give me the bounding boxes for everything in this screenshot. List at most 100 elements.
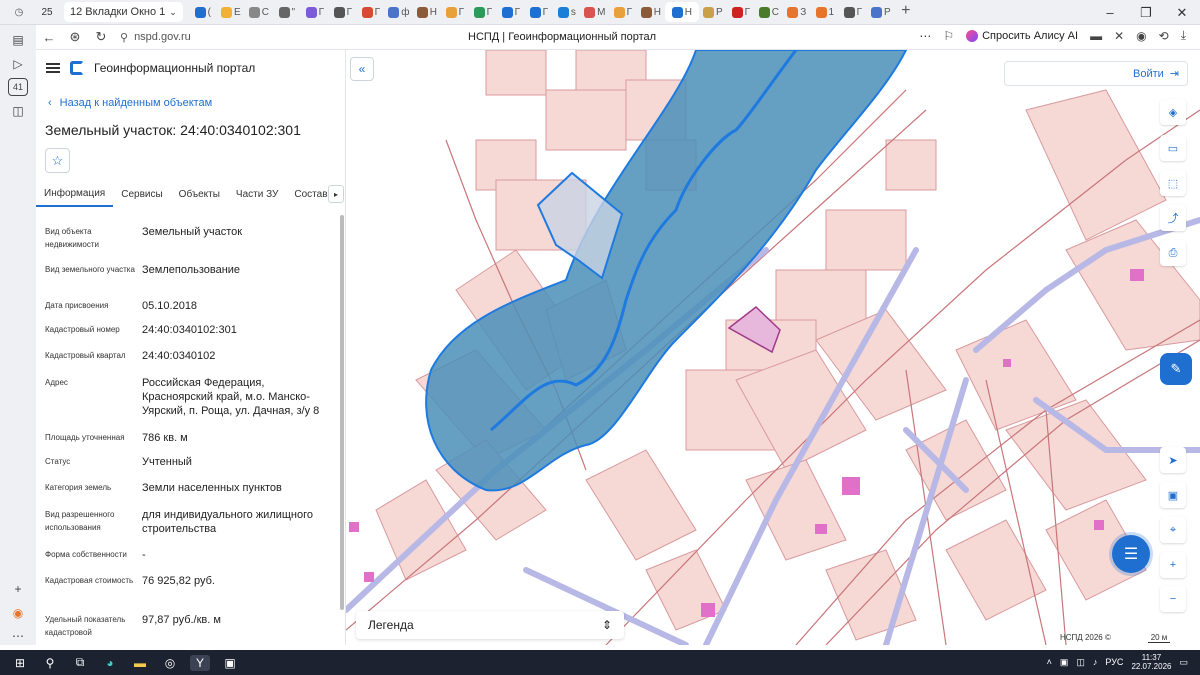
browser-tab[interactable]: С [755, 2, 783, 22]
back-to-results-link[interactable]: ‹ Назад к найденным объектам [48, 97, 212, 109]
browser-tab[interactable]: Г [609, 2, 637, 22]
browser-tab[interactable]: " [273, 2, 301, 22]
collapse-panel-button[interactable]: « [350, 57, 374, 81]
site-info-icon[interactable]: ⚲ [120, 31, 128, 44]
download-icon[interactable]: ⤓ [1181, 28, 1186, 43]
camera-icon[interactable]: ◫ [8, 102, 28, 120]
browser-tab[interactable]: Н [664, 2, 699, 22]
mail-icon[interactable]: ◉ [8, 604, 28, 622]
panel-scrollbar[interactable] [340, 215, 344, 610]
more-menu-icon[interactable]: ⋯ [919, 29, 931, 43]
browser-tab[interactable]: Г [497, 2, 525, 22]
add-icon[interactable]: + [8, 580, 28, 598]
search-icon[interactable]: ⚲ [40, 655, 60, 671]
clock[interactable]: 11:37 22.07.2026 [1131, 653, 1171, 671]
more-icon[interactable]: ⋯ [8, 627, 28, 645]
chat-button[interactable]: ☰ [1112, 535, 1150, 573]
browser-tab[interactable]: Р [867, 2, 895, 22]
print-button[interactable]: ⎙ [1160, 240, 1186, 266]
pin-button[interactable]: ⌖ [1160, 517, 1186, 543]
record-icon[interactable]: ◉ [1136, 29, 1146, 43]
property-value: Земельный участок [142, 226, 243, 238]
maximize-icon[interactable]: ❐ [1128, 5, 1164, 21]
tabs-scroll-right-icon[interactable]: ▸ [328, 185, 344, 203]
favorite-button[interactable]: ☆ [45, 148, 70, 173]
back-arrow-icon[interactable]: ← [36, 30, 62, 45]
close-icon[interactable]: ✕ [1164, 5, 1200, 21]
file-explorer-icon[interactable]: ▬ [130, 655, 150, 671]
url-field[interactable]: ⚲ nspd.gov.ru [120, 31, 191, 44]
volume-icon[interactable]: ♪ [1093, 657, 1098, 667]
select-area-button[interactable]: ⬚ [1160, 170, 1186, 196]
history-icon[interactable]: ◷ [10, 2, 28, 22]
sync-icon[interactable]: ⟲ [1159, 29, 1169, 43]
legend-dropdown[interactable]: Легенда ⇕ [356, 611, 624, 639]
chrome-icon[interactable]: ◎ [160, 655, 180, 671]
tab-info[interactable]: Информация [36, 181, 114, 207]
browser-tab[interactable]: Г [727, 2, 755, 22]
browser-tab[interactable]: ( [189, 2, 217, 22]
layers-button[interactable]: ◈ [1160, 99, 1186, 125]
browser-tab[interactable]: Г [441, 2, 469, 22]
panel-toggle-button[interactable]: ▣ [1160, 482, 1186, 508]
task-view-icon[interactable]: ⧉ [70, 655, 90, 671]
browser-tab[interactable]: Г [469, 2, 497, 22]
browser-tab[interactable]: Р [699, 2, 727, 22]
double-chevron-left-icon: « [358, 62, 366, 76]
minimize-icon[interactable]: – [1092, 5, 1128, 20]
app-icon[interactable]: ▣ [220, 655, 240, 671]
tab-count-badge[interactable]: 25 [38, 4, 56, 20]
browser-tab[interactable]: ф [385, 2, 413, 22]
notifications-icon[interactable]: ▭ [1179, 657, 1188, 668]
browser-tab[interactable]: s [553, 2, 581, 22]
language-indicator[interactable]: РУС [1105, 657, 1123, 667]
ruler-button[interactable]: ▭ [1160, 135, 1186, 161]
tab-services[interactable]: Сервисы [113, 181, 170, 207]
new-tab-icon[interactable]: + [895, 2, 917, 22]
locate-icon: ➤ [1168, 454, 1178, 467]
browser-tab[interactable]: Г [329, 2, 357, 22]
reload-icon[interactable]: ↻ [88, 29, 114, 45]
browser-tab[interactable]: Н [637, 2, 665, 22]
tab-label: ф [401, 6, 410, 18]
calendar-icon[interactable]: 41 [8, 78, 28, 97]
tray-app-icon[interactable]: ▣ [1060, 657, 1069, 668]
edge-icon[interactable]: ◕ [100, 655, 120, 671]
play-icon[interactable]: ▷ [8, 55, 28, 73]
browser-tab[interactable]: Н [413, 2, 441, 22]
tabs-icon[interactable]: ▤ [8, 31, 28, 49]
browser-tab[interactable]: М [581, 2, 609, 22]
tab-objects[interactable]: Объекты [171, 181, 228, 207]
browser-tab[interactable]: 1 [811, 2, 839, 22]
login-button[interactable]: Войти ⇥ [1004, 61, 1188, 86]
map-canvas[interactable] [346, 50, 1200, 645]
browser-tab[interactable]: С [245, 2, 273, 22]
map-layers [346, 50, 1200, 645]
browser-tab[interactable]: Г [301, 2, 329, 22]
share-button[interactable]: ⤴ [1160, 205, 1186, 231]
puzzle-icon[interactable]: ✕ [1114, 29, 1124, 43]
browser-tab[interactable]: З [783, 2, 811, 22]
browser-tab[interactable]: Е [217, 2, 245, 22]
windows-start-icon[interactable]: ⊞ [10, 655, 30, 671]
menu-icon[interactable] [46, 63, 60, 73]
locate-button[interactable]: ➤ [1160, 447, 1186, 473]
extension-icon[interactable]: ▬ [1090, 29, 1102, 43]
alice-button[interactable]: Спросить Алису AI [966, 29, 1078, 42]
property-value: 24:40:0340102:301 [142, 324, 237, 336]
yandex-browser-icon[interactable]: Y [190, 654, 210, 671]
tab-group[interactable]: 12 Вкладки Окно 1 ⌄ [64, 2, 183, 22]
browser-tab[interactable]: Г [839, 2, 867, 22]
zoom-out-button[interactable]: − [1160, 586, 1186, 612]
yandex-icon[interactable]: ⊛ [62, 29, 88, 45]
bookmark-icon[interactable]: ⚐ [943, 29, 954, 43]
feedback-button[interactable]: ✎ [1160, 353, 1192, 385]
zoom-in-button[interactable]: + [1160, 552, 1186, 578]
tab-parts[interactable]: Части ЗУ [228, 181, 286, 207]
chevron-up-icon[interactable]: ˄ [1047, 657, 1052, 667]
network-icon[interactable]: ◫ [1076, 657, 1085, 668]
browser-tab[interactable]: Г [357, 2, 385, 22]
legend-label: Легенда [368, 618, 414, 632]
browser-tab[interactable]: Г [525, 2, 553, 22]
favicon-icon [305, 6, 317, 18]
